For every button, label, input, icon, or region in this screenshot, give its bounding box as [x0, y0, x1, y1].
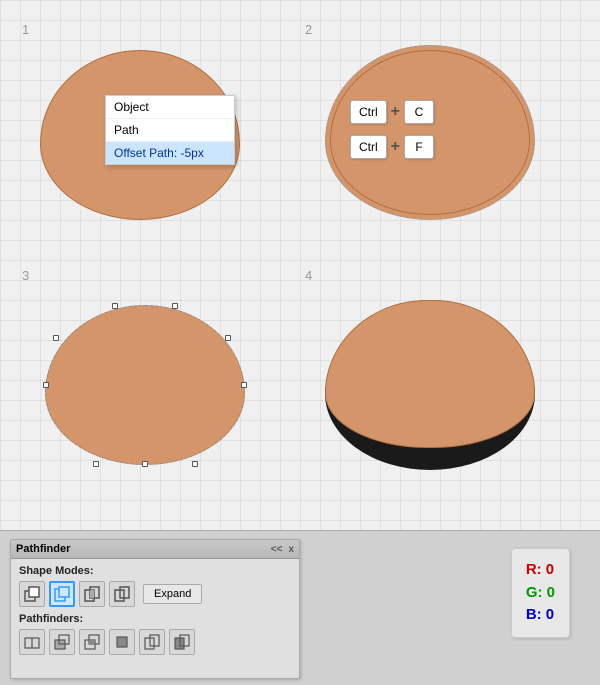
plus-2: + — [391, 138, 400, 156]
rgb-r-value: R: 0 — [526, 559, 555, 582]
shape-mode-subtract[interactable] — [49, 581, 75, 607]
pathfinder-titlebar: Pathfinder << x — [11, 540, 299, 559]
dropdown-menu[interactable]: Object Path Offset Path: -5px — [105, 95, 235, 165]
pathfinder-title: Pathfinder — [16, 543, 70, 555]
menu-item-path[interactable]: Path — [106, 119, 234, 142]
pathfinders-row — [19, 629, 291, 655]
rgb-b-value: B: 0 — [526, 604, 555, 627]
step1-area: Object Path Offset Path: -5px — [20, 20, 290, 250]
panel-body: Shape Modes: Expand Pathfinders: — [11, 559, 299, 661]
shape-modes-label: Shape Modes: — [19, 565, 291, 577]
shortcut-ctrl-f: Ctrl + F — [350, 135, 434, 159]
key-f: F — [404, 135, 434, 159]
anchor-bottom-right — [192, 461, 198, 467]
menu-item-object[interactable]: Object — [106, 96, 234, 119]
key-c: C — [404, 100, 434, 124]
anchor-upper-left — [53, 335, 59, 341]
pathfinder-trim[interactable] — [49, 629, 75, 655]
shape-mode-intersect[interactable] — [79, 581, 105, 607]
anchor-bottom-center — [142, 461, 148, 467]
menu-item-offset-path[interactable]: Offset Path: -5px — [106, 142, 234, 164]
anchor-left — [43, 382, 49, 388]
step3-egg — [45, 305, 245, 465]
pathfinders-label: Pathfinders: — [19, 613, 291, 625]
step4-egg-main — [325, 300, 535, 448]
key-ctrl-2: Ctrl — [350, 135, 387, 159]
shape-mode-add[interactable] — [19, 581, 45, 607]
step2-area: Ctrl + C Ctrl + F — [300, 20, 580, 250]
anchor-right — [241, 382, 247, 388]
pathfinder-panel: Pathfinder << x Shape Modes: — [10, 539, 300, 679]
shape-modes-row: Expand — [19, 581, 291, 607]
step4-egg-container — [325, 300, 535, 470]
anchor-bottom-left — [93, 461, 99, 467]
shortcut-ctrl-c: Ctrl + C — [350, 100, 434, 124]
pathfinder-divide[interactable] — [19, 629, 45, 655]
rgb-g-value: G: 0 — [526, 582, 555, 605]
panel-close-btn[interactable]: x — [288, 544, 294, 555]
rgb-display: R: 0 G: 0 B: 0 — [511, 548, 570, 638]
key-ctrl-1: Ctrl — [350, 100, 387, 124]
anchor-upper-right — [225, 335, 231, 341]
expand-button[interactable]: Expand — [143, 584, 202, 604]
pathfinder-merge[interactable] — [79, 629, 105, 655]
panel-title-controls: << x — [271, 544, 294, 555]
pathfinder-minus-back[interactable] — [169, 629, 195, 655]
step4-area — [300, 265, 580, 515]
pathfinder-outline[interactable] — [139, 629, 165, 655]
anchor-top-left — [112, 303, 118, 309]
step3-area — [20, 265, 290, 515]
shape-mode-exclude[interactable] — [109, 581, 135, 607]
anchor-top-right — [172, 303, 178, 309]
pathfinder-crop[interactable] — [109, 629, 135, 655]
panel-collapse-btn[interactable]: << — [271, 544, 283, 555]
plus-1: + — [391, 103, 400, 121]
